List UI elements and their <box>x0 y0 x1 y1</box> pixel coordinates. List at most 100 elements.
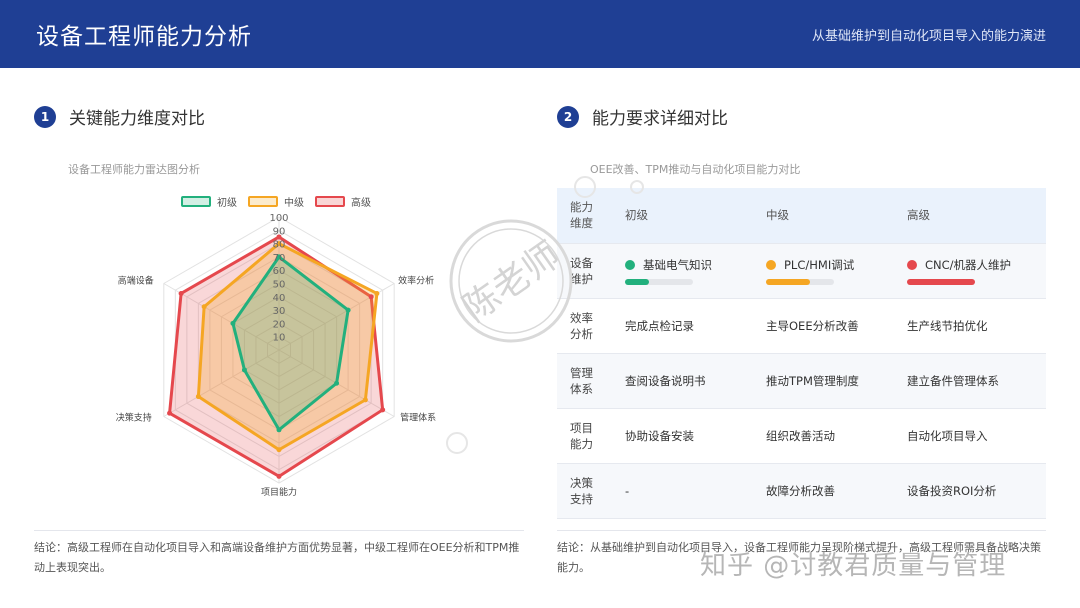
skill-level-bar <box>766 278 834 285</box>
teacher-stamp: 陈老师 <box>449 219 573 343</box>
table-row: 效率 分析 完成点检记录 主导OEE分析改善 生产线节拍优化 <box>557 298 1046 354</box>
radar-point <box>276 473 282 479</box>
conclusion-left: 结论：高级工程师在自动化项目导入和高端设备维护方面优势显著，中级工程师在OEE分… <box>34 541 520 574</box>
skill-cell: PLC/HMI调试 <box>750 243 891 299</box>
skill-label-row: CNC/机器人维护 <box>907 257 1046 273</box>
table-cell: 主导OEE分析改善 <box>750 298 891 354</box>
radar-point <box>195 394 201 400</box>
svg-text:陈老师: 陈老师 <box>456 234 568 330</box>
table-cell: 生产线节拍优化 <box>891 298 1046 354</box>
radar-tick-label: 70 <box>273 253 286 264</box>
radar-tick-label: 50 <box>273 280 286 291</box>
section-1-title: 关键能力维度对比 <box>69 109 205 129</box>
radar-tick-label: 80 <box>273 240 286 251</box>
radar-point <box>276 447 282 453</box>
table-row: 设备 维护 基础电气知识 PLC/HMI调试 CNC/机器人维护 <box>557 243 1046 299</box>
table-cell: - <box>609 463 750 519</box>
header-senior: 高级 <box>891 188 1046 244</box>
skill-dot-icon <box>907 259 917 270</box>
divider-right <box>557 530 1046 531</box>
radar-point <box>345 307 351 313</box>
table-row: 项目 能力 协助设备安装 组织改善活动 自动化项目导入 <box>557 408 1046 464</box>
legend-item-senior[interactable]: 高级 <box>315 194 371 209</box>
divider-left <box>34 530 524 531</box>
radar-tick-label: 100 <box>269 213 288 224</box>
radar-point <box>201 304 207 310</box>
radar-point <box>167 410 173 416</box>
legend-swatch-junior <box>181 196 211 207</box>
radar-tick-label: 30 <box>273 306 286 317</box>
table-row: 决策 支持 - 故障分析改善 设备投资ROI分析 <box>557 463 1046 519</box>
legend-item-junior[interactable]: 初级 <box>181 194 237 209</box>
table-cell: 查阅设备说明书 <box>609 353 750 409</box>
table-header-row: 能力 维度 初级 中级 高级 <box>557 188 1046 244</box>
radar-point <box>380 407 386 413</box>
skill-level-fill <box>907 278 975 285</box>
section-1-number-badge: 1 <box>34 105 56 128</box>
section-2-heading: 2 能力要求详细对比 <box>557 104 728 129</box>
legend-swatch-mid <box>248 196 278 207</box>
table-cell: 建立备件管理体系 <box>891 353 1046 409</box>
skill-level-bar <box>907 278 975 285</box>
skill-label-row: PLC/HMI调试 <box>766 257 891 273</box>
section-2-number-badge: 2 <box>557 105 579 128</box>
radar-point <box>362 397 368 403</box>
radar-point <box>374 290 380 296</box>
page-title: 设备工程师能力分析 <box>36 24 252 50</box>
row-dimension-label: 项目 能力 <box>557 408 609 464</box>
chart-legend: 初级 中级 高级 <box>181 194 382 209</box>
skill-dot-icon <box>766 259 776 270</box>
header-junior: 初级 <box>609 188 750 244</box>
table-cell: 协助设备安装 <box>609 408 750 464</box>
skill-cell: 基础电气知识 <box>609 243 750 299</box>
table-cell: 组织改善活动 <box>750 408 891 464</box>
row-dimension-label: 管理 体系 <box>557 353 609 409</box>
decorative-circle <box>574 176 596 198</box>
section-2-title: 能力要求详细对比 <box>592 109 728 129</box>
table-cell: 完成点检记录 <box>609 298 750 354</box>
section-1-heading: 1 关键能力维度对比 <box>34 104 205 129</box>
table-cell: 推动TPM管理制度 <box>750 353 891 409</box>
skill-label: CNC/机器人维护 <box>925 257 1012 272</box>
radar-point <box>178 290 184 296</box>
radar-point <box>334 380 340 386</box>
radar-tick-label: 40 <box>273 293 286 304</box>
radar-axis-label: 管理体系 <box>400 412 436 424</box>
legend-label-mid: 中级 <box>284 198 304 209</box>
radar-axis-label: 项目能力 <box>261 486 297 498</box>
skill-label: 基础电气知识 <box>643 257 712 272</box>
legend-item-mid[interactable]: 中级 <box>248 194 304 209</box>
radar-chart: 10 20 30 40 50 60 70 80 90 100 设备维护效率分析管理体系项目能力 决策支… <box>116 210 436 498</box>
radar-axis-label: 效率分析 <box>398 275 434 287</box>
radar-point <box>368 294 374 300</box>
radar-tick-label: 60 <box>273 266 286 277</box>
chart-subtitle: 设备工程师能力雷达图分析 <box>68 163 200 176</box>
ability-table: 能力 维度 初级 中级 高级 设备 维护 基础电气知识 PLC/HMI调试 CNC/机器人… <box>557 188 1046 519</box>
skill-level-bar <box>625 278 693 285</box>
skill-cell: CNC/机器人维护 <box>891 243 1046 299</box>
table-cell: 设备投资ROI分析 <box>891 463 1046 519</box>
watermark: 知乎 @讨教君质量与管理 <box>700 551 1007 581</box>
row-dimension-label: 决策 支持 <box>557 463 609 519</box>
legend-swatch-senior <box>315 196 345 207</box>
table-cell: 故障分析改善 <box>750 463 891 519</box>
radar-tick-label: 10 <box>273 333 286 344</box>
radar-point <box>276 427 282 433</box>
radar-tick-label: 20 <box>273 319 286 330</box>
skill-level-fill <box>625 278 649 285</box>
skill-dot-icon <box>625 259 635 270</box>
radar-axis-label: 高端设备 <box>118 275 154 287</box>
page-subtitle: 从基础维护到自动化项目导入的能力演进 <box>811 28 1046 44</box>
page-header: 设备工程师能力分析 从基础维护到自动化项目导入的能力演进 <box>0 0 1080 68</box>
skill-level-fill <box>766 278 811 285</box>
decorative-circle <box>446 432 468 454</box>
table-subtitle: OEE改善、TPM推动与自动化项目能力对比 <box>590 163 801 176</box>
radar-axis-label: 设备维护 <box>261 210 297 211</box>
radar-point <box>241 367 247 373</box>
header-mid: 中级 <box>750 188 891 244</box>
radar-tick-label: 90 <box>273 226 286 237</box>
legend-label-senior: 高级 <box>351 198 371 209</box>
table-row: 管理 体系 查阅设备说明书 推动TPM管理制度 建立备件管理体系 <box>557 353 1046 409</box>
decorative-circle <box>630 180 644 194</box>
skill-label: PLC/HMI调试 <box>784 257 855 272</box>
